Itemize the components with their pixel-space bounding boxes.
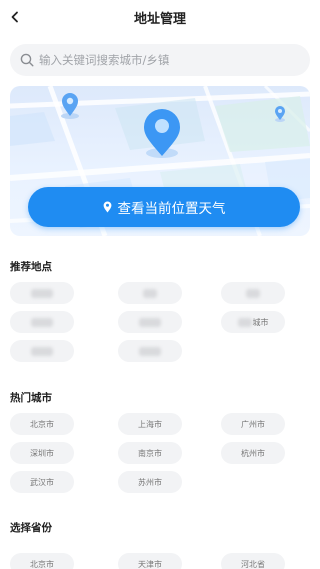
view-current-location-weather-button[interactable]: 查看当前位置天气 (28, 187, 300, 227)
city-chip-shanghai[interactable]: 上海市 (118, 413, 182, 435)
recommended-chip[interactable] (118, 340, 182, 362)
province-chip-tianjin[interactable]: 天津市 (118, 553, 182, 569)
blurred-text (143, 288, 157, 298)
page-title: 地址管理 (133, 12, 186, 27)
blurred-text (31, 346, 53, 356)
top-bar: 地址管理 (0, 0, 320, 36)
search-bar[interactable] (10, 44, 310, 76)
small-pin-right (275, 106, 285, 122)
city-chip-beijing[interactable]: 北京市 (10, 413, 74, 435)
recommended-chip[interactable] (221, 282, 285, 304)
location-pin-icon (144, 109, 180, 158)
section-title-provinces: 选择省份 (10, 522, 52, 534)
recommended-chip[interactable] (10, 311, 74, 333)
province-chip-beijing[interactable]: 北京市 (10, 553, 74, 569)
blurred-text (31, 288, 53, 298)
city-chip-nanjing[interactable]: 南京市 (118, 442, 182, 464)
recommended-chip[interactable]: 城市 (221, 311, 285, 333)
section-title-recommended: 推荐地点 (10, 261, 52, 273)
section-title-hot-cities: 热门城市 (10, 392, 52, 404)
search-input[interactable] (39, 53, 289, 67)
blurred-text (139, 346, 161, 356)
recommended-chip[interactable] (10, 340, 74, 362)
city-chip-hangzhou[interactable]: 杭州市 (221, 442, 285, 464)
province-chip-hebei[interactable]: 河北省 (221, 553, 285, 569)
blurred-text (139, 317, 161, 327)
blurred-text: 城市 (237, 317, 269, 328)
city-chip-guangzhou[interactable]: 广州市 (221, 413, 285, 435)
chip-label-suffix: 城市 (252, 317, 269, 327)
recommended-chip[interactable] (118, 282, 182, 304)
city-chip-suzhou[interactable]: 苏州市 (118, 471, 182, 493)
recommended-chip[interactable] (118, 311, 182, 333)
blurred-text (246, 288, 260, 298)
city-chip-wuhan[interactable]: 武汉市 (10, 471, 74, 493)
recommended-chip[interactable] (10, 282, 74, 304)
cta-label: 查看当前位置天气 (117, 201, 226, 217)
search-icon (20, 53, 34, 67)
location-icon (103, 201, 112, 213)
city-chip-shenzhen[interactable]: 深圳市 (10, 442, 74, 464)
small-pin-left (61, 93, 79, 119)
blurred-text (31, 317, 53, 327)
